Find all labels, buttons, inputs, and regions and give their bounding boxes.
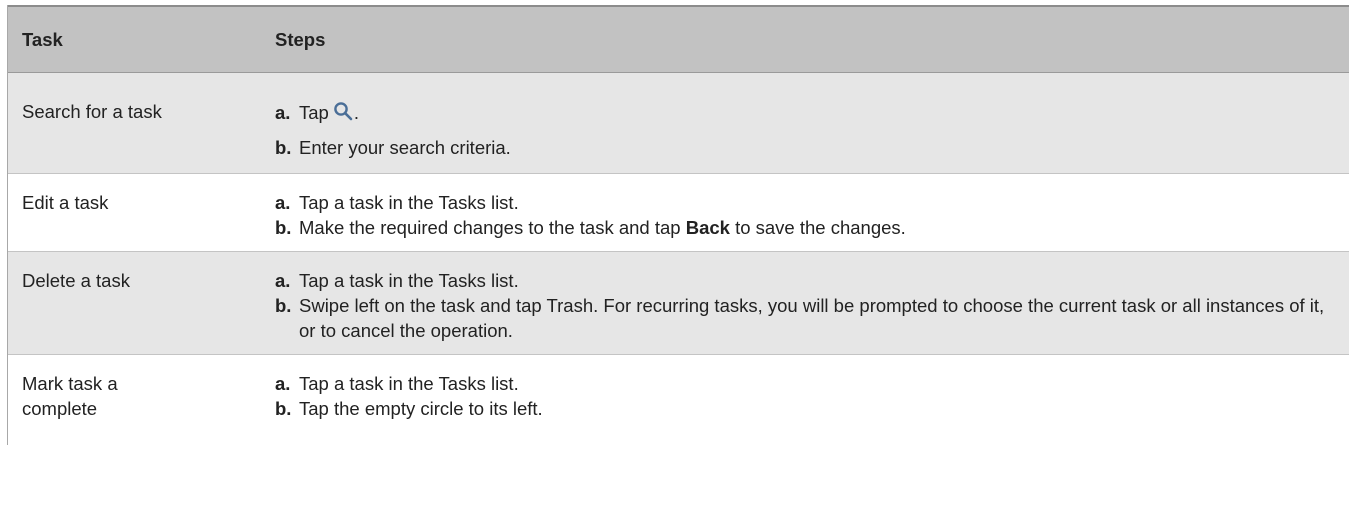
step-text: Tap a task in the Tasks list. <box>299 270 519 291</box>
step-marker: a. <box>275 373 291 394</box>
table-row: Delete a task a. Tap a task in the Tasks… <box>8 252 1349 355</box>
tasks-table: Task Steps Search for a task a. Tap. b. … <box>7 5 1349 445</box>
steps-cell: a. Tap. b. Enter your search criteria. <box>272 73 1349 173</box>
step-b: b. Swipe left on the task and tap Trash.… <box>275 293 1330 343</box>
step-marker: b. <box>275 295 292 316</box>
header-task: Task <box>22 28 63 50</box>
step-a: a. Tap a task in the Tasks list. <box>275 190 1330 215</box>
step-marker: a. <box>275 192 291 213</box>
step-marker: b. <box>275 398 292 419</box>
step-marker: a. <box>275 270 291 291</box>
step-marker: a. <box>275 102 291 123</box>
task-cell: Delete a task <box>22 270 130 291</box>
table-row: Search for a task a. Tap. b. Enter your … <box>8 73 1349 174</box>
steps-cell: a. Tap a task in the Tasks list. b. Make… <box>272 174 1349 251</box>
step-a: a. Tap a task in the Tasks list. <box>275 268 1330 293</box>
task-text-line: complete <box>22 398 98 419</box>
task-cell: Edit a task <box>22 192 109 213</box>
step-text-suffix: . <box>353 102 359 123</box>
step-text: Swipe left on the task and tap Trash. Fo… <box>299 295 1325 341</box>
step-text: Tap <box>299 102 329 123</box>
step-text: Tap a task in the Tasks list. <box>299 373 519 394</box>
step-text: Tap the empty circle to its left. <box>299 398 543 419</box>
task-cell: Search for a task <box>22 101 162 122</box>
table-header: Task Steps <box>8 5 1349 73</box>
back-label: Back <box>685 217 730 238</box>
step-a: a. Tap a task in the Tasks list. <box>275 371 1330 396</box>
step-marker: b. <box>275 217 292 238</box>
table-row: Mark task a complete a. Tap a task in th… <box>8 355 1349 445</box>
task-text-line: Mark task a <box>22 373 118 394</box>
step-text: Make the required changes to the task an… <box>299 217 686 238</box>
step-marker: b. <box>275 137 292 158</box>
search-icon <box>333 101 353 127</box>
task-cell: Mark task a complete <box>8 355 272 445</box>
step-text: Tap a task in the Tasks list. <box>299 192 519 213</box>
step-b: b. Make the required changes to the task… <box>275 215 1330 240</box>
table-row: Edit a task a. Tap a task in the Tasks l… <box>8 174 1349 252</box>
header-steps: Steps <box>275 28 326 50</box>
step-a: a. Tap. <box>275 100 1330 127</box>
steps-cell: a. Tap a task in the Tasks list. b. Swip… <box>272 252 1349 354</box>
step-text: Enter your search criteria. <box>299 137 511 158</box>
step-b: b. Tap the empty circle to its left. <box>275 396 1330 421</box>
step-b: b. Enter your search criteria. <box>275 135 1330 160</box>
step-text-after: to save the changes. <box>729 217 906 238</box>
steps-cell: a. Tap a task in the Tasks list. b. Tap … <box>272 355 1349 445</box>
